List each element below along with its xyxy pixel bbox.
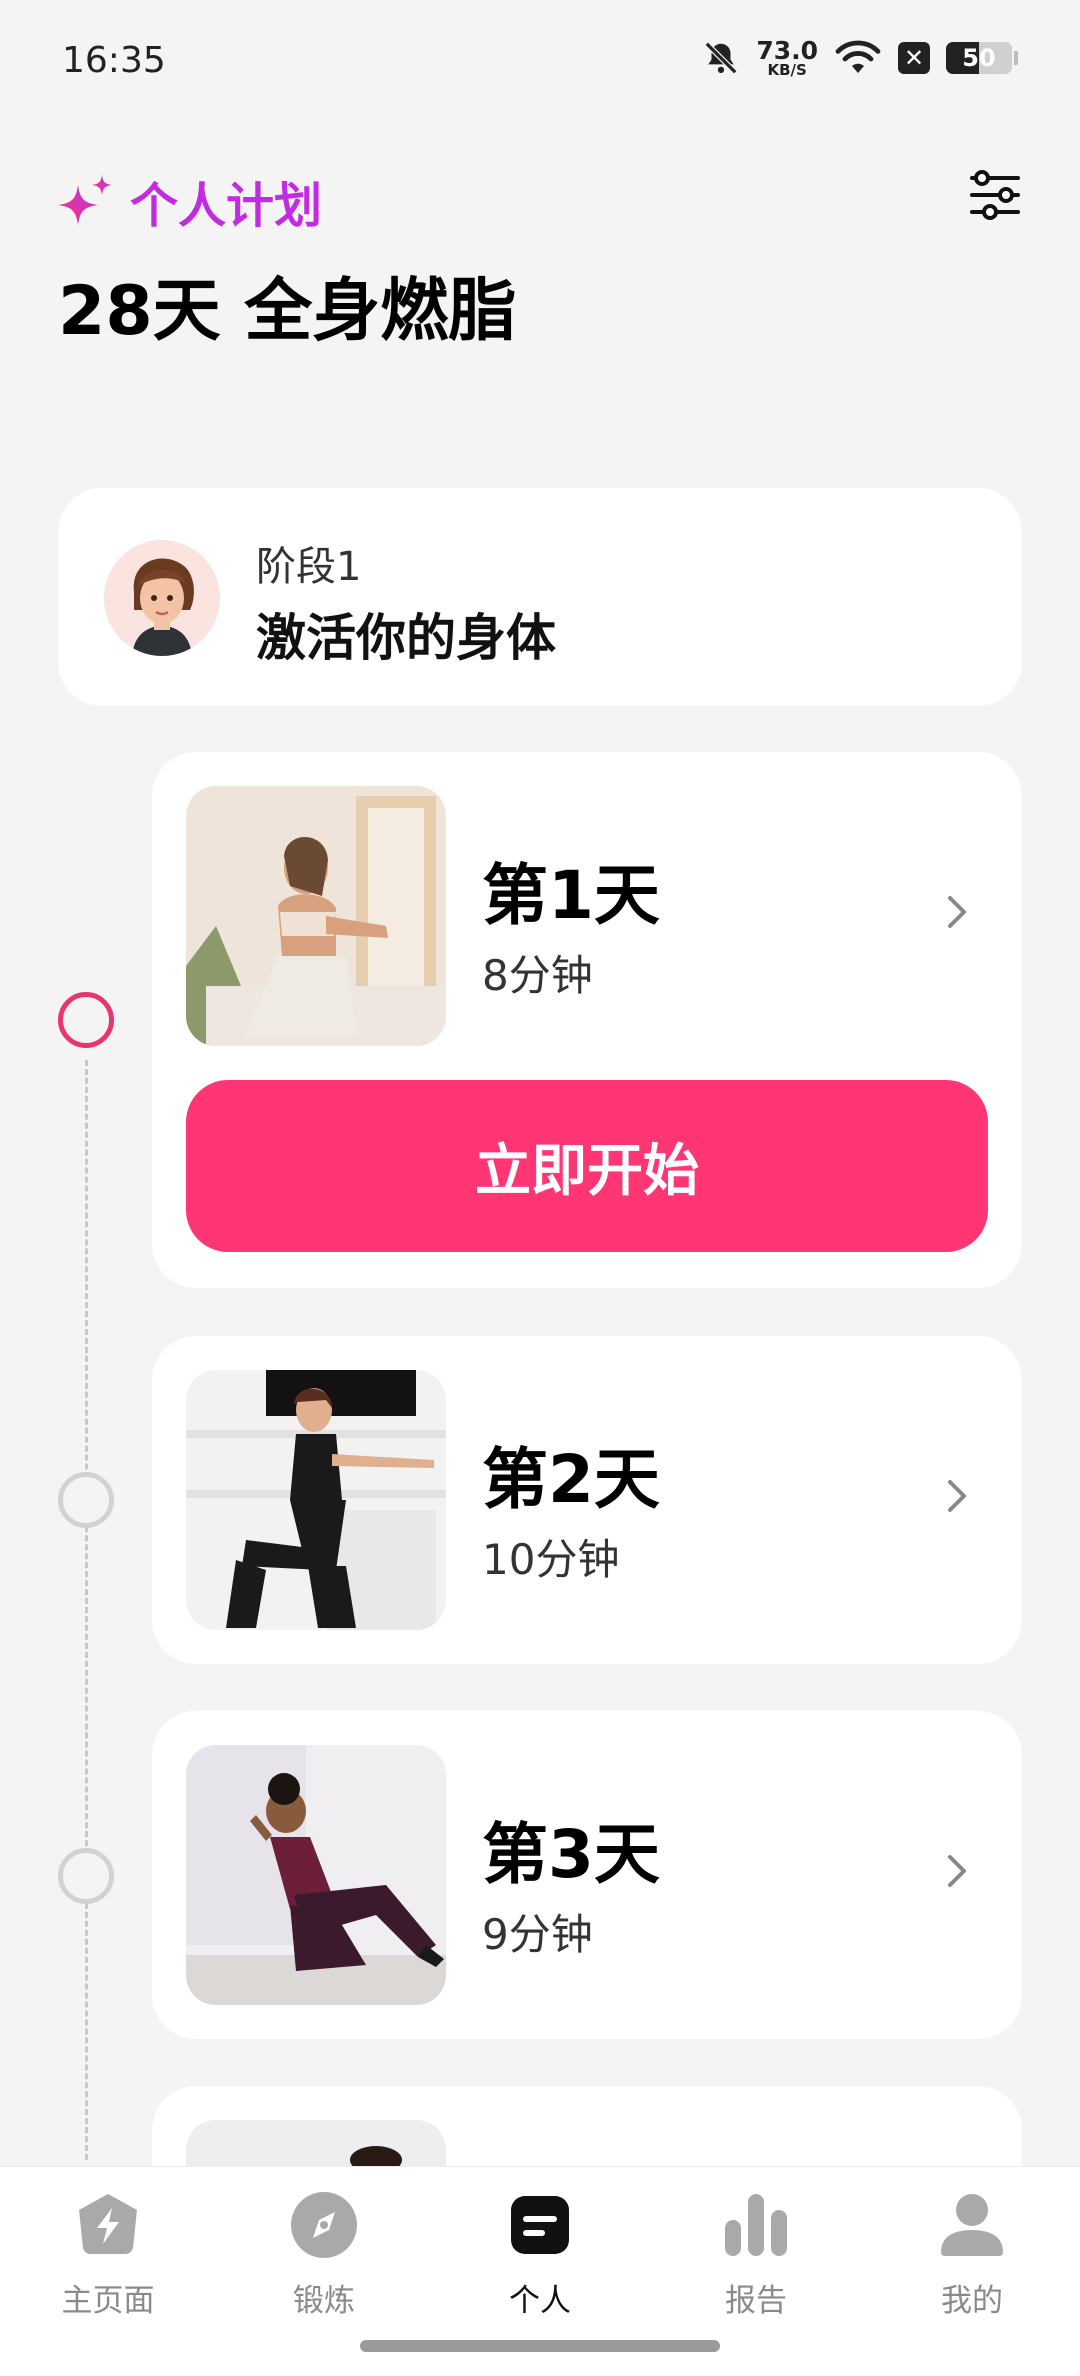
chevron-right-icon[interactable] [944, 1851, 972, 1891]
bell-muted-icon [705, 41, 738, 75]
plan-title: 28天 全身燃脂 [58, 272, 517, 351]
bar-chart-icon [718, 2187, 794, 2263]
battery-icon: 50 [946, 42, 1012, 74]
stage-card[interactable]: 阶段1 激活你的身体 [58, 488, 1022, 706]
net-speed-unit: KB/S [767, 61, 807, 79]
sliders-icon [970, 170, 1020, 220]
day-1-thumbnail [186, 786, 446, 1046]
battery-value: 50 [962, 44, 996, 72]
status-time: 16:35 [62, 40, 166, 81]
net-speed-value: 73.0 [756, 36, 818, 65]
day-2-thumbnail [186, 1370, 446, 1630]
nav-item-workout[interactable]: 锻炼 [244, 2187, 404, 2337]
nav-label-home: 主页面 [61, 2283, 155, 2319]
start-now-button[interactable]: 立即开始 [186, 1080, 988, 1252]
day-1-duration: 8分钟 [482, 951, 593, 1000]
nav-label-workout: 锻炼 [293, 2283, 355, 2319]
sparkle-icon [58, 175, 112, 225]
workout-photo-squat-black [186, 1370, 446, 1630]
home-bolt-icon [70, 2187, 146, 2263]
nav-item-report[interactable]: 报告 [676, 2187, 836, 2337]
workout-photo-situp [186, 1745, 446, 2005]
day-card-1[interactable]: 第1天 8分钟 立即开始 [152, 752, 1022, 1288]
workout-photo-squat [186, 786, 446, 1046]
plan-tag: 个人计划 [56, 166, 322, 236]
nav-item-home[interactable]: 主页面 [28, 2187, 188, 2337]
battery-tip [1014, 51, 1018, 65]
x-box-icon: ✕ [898, 42, 930, 74]
status-icons: 73.0 KB/S ✕ 50 [702, 38, 1018, 78]
plan-screen: 16:35 73.0 KB/S ✕ 50 个人计划 28天 全身燃脂 阶段1 激… [0, 0, 1080, 2376]
profile-icon [934, 2187, 1010, 2263]
stage-label: 阶段1 [256, 544, 362, 590]
day-2-duration: 10分钟 [482, 1535, 620, 1584]
coach-avatar-illustration [104, 540, 220, 656]
stage-name: 激活你的身体 [256, 609, 556, 667]
day-1-title: 第1天 [482, 857, 660, 934]
day-2-title: 第2天 [482, 1441, 660, 1518]
plan-tag-label: 个人计划 [130, 178, 323, 234]
nav-item-plan[interactable]: 个人 [460, 2187, 620, 2337]
nav-label-report: 报告 [725, 2283, 787, 2319]
day-card-3[interactable]: 第3天 9分钟 [152, 1711, 1022, 2039]
nav-label-plan: 个人 [509, 2283, 571, 2319]
filter-settings-button[interactable] [968, 168, 1022, 222]
timeline-line [85, 1060, 88, 2160]
home-indicator[interactable] [360, 2340, 720, 2352]
wifi-icon [835, 40, 881, 73]
chevron-right-icon[interactable] [944, 892, 972, 932]
timeline-dot-day-3 [58, 1848, 114, 1904]
nav-item-profile[interactable]: 我的 [892, 2187, 1052, 2337]
compass-icon [286, 2187, 362, 2263]
day-3-duration: 9分钟 [482, 1910, 593, 1959]
coach-avatar [104, 540, 220, 656]
day-card-2[interactable]: 第2天 10分钟 [152, 1336, 1022, 1664]
day-3-thumbnail [186, 1745, 446, 2005]
chevron-right-icon[interactable] [944, 1476, 972, 1516]
net-speed: 73.0 KB/S [756, 38, 818, 78]
timeline-dot-day-1 [58, 992, 114, 1048]
timeline-dot-day-2 [58, 1472, 114, 1528]
plan-icon [502, 2187, 578, 2263]
status-bar: 16:35 73.0 KB/S ✕ 50 [0, 0, 1080, 120]
nav-label-profile: 我的 [941, 2283, 1003, 2319]
day-3-title: 第3天 [482, 1816, 660, 1893]
